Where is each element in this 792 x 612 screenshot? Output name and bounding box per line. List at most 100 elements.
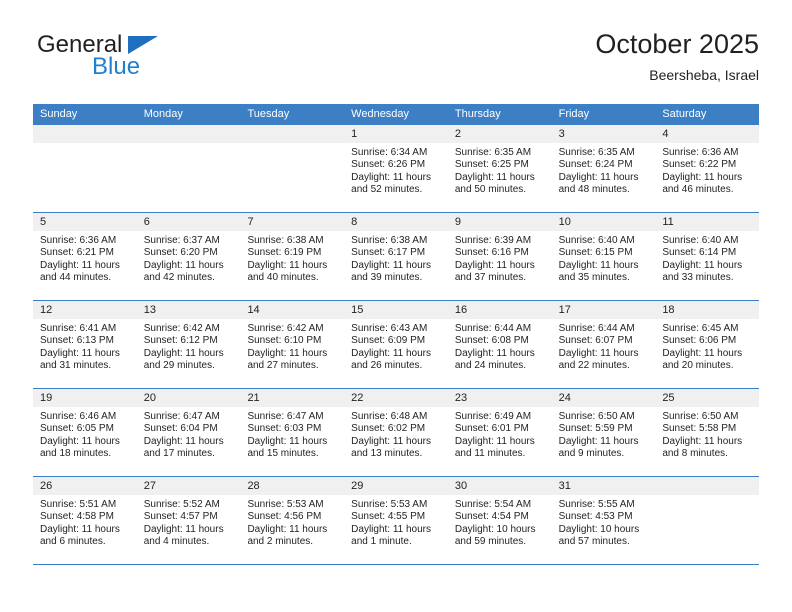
calendar-day-cell[interactable]: 17 Sunrise: 6:44 AM Sunset: 6:07 PM Dayligh… xyxy=(551,301,656,388)
sunset-text: Sunset: 4:56 PM xyxy=(247,511,322,523)
sunrise-text: Sunrise: 6:38 AM xyxy=(351,235,428,246)
sunset-text: Sunset: 6:25 PM xyxy=(454,159,529,171)
sunset-text: Sunset: 4:55 PM xyxy=(351,511,426,523)
calendar-day-cell[interactable]: 24 Sunrise: 6:50 AM Sunset: 5:59 PM Dayligh… xyxy=(551,389,656,476)
day-sun-info: Sunrise: 6:42 AM Sunset: 6:12 PM Daylight:… xyxy=(137,319,241,373)
calendar-day-cell[interactable]: 4 Sunrise: 6:36 AM Sunset: 6:22 PM Daylight… xyxy=(655,125,760,212)
daylight-text-line1: Daylight: 11 hours xyxy=(40,435,120,447)
calendar-day-cell[interactable]: 9 Sunrise: 6:39 AM Sunset: 6:16 PM Daylight… xyxy=(447,213,552,300)
day-number: 28 xyxy=(240,477,345,495)
calendar-day-cell[interactable]: 29 Sunrise: 5:53 AM Sunset: 4:55 PM Dayligh… xyxy=(344,477,448,564)
daylight-text-line1: Daylight: 11 hours xyxy=(143,347,224,359)
calendar-day-cell[interactable]: 12 Sunrise: 6:41 AM Sunset: 6:13 PM Dayligh… xyxy=(33,301,137,388)
calendar-day-cell[interactable]: 13 Sunrise: 6:42 AM Sunset: 6:12 PM Dayligh… xyxy=(136,301,241,388)
calendar-day-cell[interactable]: 6 Sunrise: 6:37 AM Sunset: 6:20 PM Daylight… xyxy=(136,213,241,300)
daylight-text-line2: and 40 minutes. xyxy=(247,272,319,284)
daylight-text-line1: Daylight: 11 hours xyxy=(143,435,224,447)
daylight-text-line1: Daylight: 10 hours xyxy=(558,523,640,535)
sunrise-text: Sunrise: 5:53 AM xyxy=(351,499,428,510)
daylight-text-line1: Daylight: 11 hours xyxy=(247,523,328,535)
calendar-day-cell[interactable]: 27 Sunrise: 5:52 AM Sunset: 4:57 PM Dayligh… xyxy=(136,477,241,564)
sunrise-text: Sunrise: 6:44 AM xyxy=(558,323,635,334)
day-number: 20 xyxy=(136,389,241,407)
daylight-text-line1: Daylight: 11 hours xyxy=(351,259,432,271)
calendar-week-row: 5 Sunrise: 6:36 AM Sunset: 6:21 PM Daylight… xyxy=(33,213,760,301)
day-number: 22 xyxy=(344,389,448,407)
day-number: 16 xyxy=(447,301,552,319)
sunset-text: Sunset: 6:01 PM xyxy=(454,423,529,435)
daylight-text-line2: and 52 minutes. xyxy=(351,184,423,196)
day-number: 25 xyxy=(655,389,760,407)
weekday-sunday: Sunday xyxy=(40,108,78,120)
daylight-text-line1: Daylight: 11 hours xyxy=(662,259,743,271)
sunset-text: Sunset: 6:14 PM xyxy=(662,247,737,259)
day-number: 6 xyxy=(136,213,241,231)
calendar-day-cell[interactable]: 20 Sunrise: 6:47 AM Sunset: 6:04 PM Dayligh… xyxy=(136,389,241,476)
day-sun-info: Sunrise: 6:43 AM Sunset: 6:09 PM Daylight:… xyxy=(344,319,448,373)
calendar-day-cell[interactable]: 26 Sunrise: 5:51 AM Sunset: 4:58 PM Dayligh… xyxy=(33,477,137,564)
calendar-day-cell[interactable]: 16 Sunrise: 6:44 AM Sunset: 6:08 PM Dayligh… xyxy=(447,301,552,388)
day-sun-info: Sunrise: 6:36 AM Sunset: 6:21 PM Daylight:… xyxy=(33,231,137,285)
daylight-text-line1: Daylight: 11 hours xyxy=(351,435,432,447)
calendar-day-cell[interactable]: 25 Sunrise: 6:50 AM Sunset: 5:58 PM Dayligh… xyxy=(655,389,760,476)
calendar-day-cell[interactable]: 11 Sunrise: 6:40 AM Sunset: 6:14 PM Dayligh… xyxy=(655,213,760,300)
daylight-text-line1: Daylight: 11 hours xyxy=(454,435,535,447)
sunrise-text: Sunrise: 6:46 AM xyxy=(40,411,117,422)
weekday-header-row: Sunday Monday Tuesday Wednesday Thursday… xyxy=(33,104,759,125)
calendar-day-cell[interactable]: 5 Sunrise: 6:36 AM Sunset: 6:21 PM Daylight… xyxy=(33,213,137,300)
daylight-text-line1: Daylight: 11 hours xyxy=(454,259,535,271)
calendar-day-cell[interactable]: 31 Sunrise: 5:55 AM Sunset: 4:53 PM Dayligh… xyxy=(551,477,656,564)
calendar-day-cell[interactable]: 1 Sunrise: 6:34 AM Sunset: 6:26 PM Daylight… xyxy=(344,125,448,212)
day-sun-info: Sunrise: 5:53 AM Sunset: 4:55 PM Daylight:… xyxy=(344,495,448,549)
day-sun-info: Sunrise: 5:55 AM Sunset: 4:53 PM Daylight:… xyxy=(552,495,656,549)
calendar-day-empty xyxy=(136,125,241,212)
calendar-day-cell[interactable]: 15 Sunrise: 6:43 AM Sunset: 6:09 PM Dayligh… xyxy=(344,301,448,388)
calendar-day-cell[interactable]: 8 Sunrise: 6:38 AM Sunset: 6:17 PM Daylight… xyxy=(344,213,448,300)
calendar-day-cell[interactable]: 23 Sunrise: 6:49 AM Sunset: 6:01 PM Dayligh… xyxy=(447,389,552,476)
day-number xyxy=(33,125,137,143)
day-sun-info: Sunrise: 6:45 AM Sunset: 6:06 PM Daylight:… xyxy=(655,319,759,373)
daylight-text-line1: Daylight: 11 hours xyxy=(351,171,432,183)
calendar-day-cell[interactable]: 21 Sunrise: 6:47 AM Sunset: 6:03 PM Dayligh… xyxy=(240,389,345,476)
calendar-day-cell[interactable]: 14 Sunrise: 6:42 AM Sunset: 6:10 PM Dayligh… xyxy=(240,301,345,388)
day-number: 15 xyxy=(344,301,448,319)
sunset-text: Sunset: 6:26 PM xyxy=(351,159,426,171)
calendar-week-row: 1 Sunrise: 6:34 AM Sunset: 6:26 PM Daylight… xyxy=(33,125,760,213)
daylight-text-line2: and 1 minute. xyxy=(351,536,412,548)
daylight-text-line1: Daylight: 11 hours xyxy=(40,259,120,271)
calendar-day-cell[interactable]: 10 Sunrise: 6:40 AM Sunset: 6:15 PM Dayligh… xyxy=(551,213,656,300)
calendar-day-cell[interactable]: 19 Sunrise: 6:46 AM Sunset: 6:05 PM Dayligh… xyxy=(33,389,137,476)
day-number: 5 xyxy=(33,213,137,231)
daylight-text-line2: and 18 minutes. xyxy=(40,448,112,460)
daylight-text-line2: and 46 minutes. xyxy=(662,184,734,196)
calendar-day-cell[interactable]: 22 Sunrise: 6:48 AM Sunset: 6:02 PM Dayligh… xyxy=(344,389,448,476)
calendar-day-cell[interactable]: 18 Sunrise: 6:45 AM Sunset: 6:06 PM Dayligh… xyxy=(655,301,760,388)
general-blue-logo[interactable]: General Blue xyxy=(33,32,233,88)
calendar-day-cell[interactable]: 3 Sunrise: 6:35 AM Sunset: 6:24 PM Daylight… xyxy=(551,125,656,212)
daylight-text-line2: and 37 minutes. xyxy=(454,272,527,284)
daylight-text-line2: and 59 minutes. xyxy=(454,536,527,548)
calendar-weeks: 1 Sunrise: 6:34 AM Sunset: 6:26 PM Daylight… xyxy=(33,125,760,565)
calendar-day-empty xyxy=(33,125,137,212)
sunrise-text: Sunrise: 5:55 AM xyxy=(558,499,635,510)
day-number: 31 xyxy=(551,477,656,495)
daylight-text-line2: and 4 minutes. xyxy=(143,536,210,548)
calendar-day-cell[interactable]: 7 Sunrise: 6:38 AM Sunset: 6:19 PM Daylight… xyxy=(240,213,345,300)
daylight-text-line2: and 11 minutes. xyxy=(454,448,526,460)
calendar-day-cell[interactable]: 30 Sunrise: 5:54 AM Sunset: 4:54 PM Dayligh… xyxy=(447,477,552,564)
sunset-text: Sunset: 6:12 PM xyxy=(143,335,218,347)
daylight-text-line2: and 8 minutes. xyxy=(662,448,728,460)
weekday-tuesday: Tuesday xyxy=(247,108,290,120)
sunrise-text: Sunrise: 6:43 AM xyxy=(351,323,428,334)
daylight-text-line1: Daylight: 11 hours xyxy=(558,347,639,359)
calendar-day-cell[interactable]: 2 Sunrise: 6:35 AM Sunset: 6:25 PM Daylight… xyxy=(447,125,552,212)
calendar-day-cell[interactable]: 28 Sunrise: 5:53 AM Sunset: 4:56 PM Dayligh… xyxy=(240,477,345,564)
day-number xyxy=(136,125,241,143)
day-number: 23 xyxy=(447,389,552,407)
sunrise-text: Sunrise: 6:39 AM xyxy=(454,235,532,246)
day-number: 9 xyxy=(447,213,552,231)
sunrise-text: Sunrise: 6:37 AM xyxy=(143,235,220,246)
day-sun-info: Sunrise: 6:36 AM Sunset: 6:22 PM Daylight:… xyxy=(655,143,759,197)
sunrise-text: Sunrise: 6:40 AM xyxy=(662,235,739,246)
day-sun-info: Sunrise: 6:49 AM Sunset: 6:01 PM Daylight:… xyxy=(448,407,552,461)
